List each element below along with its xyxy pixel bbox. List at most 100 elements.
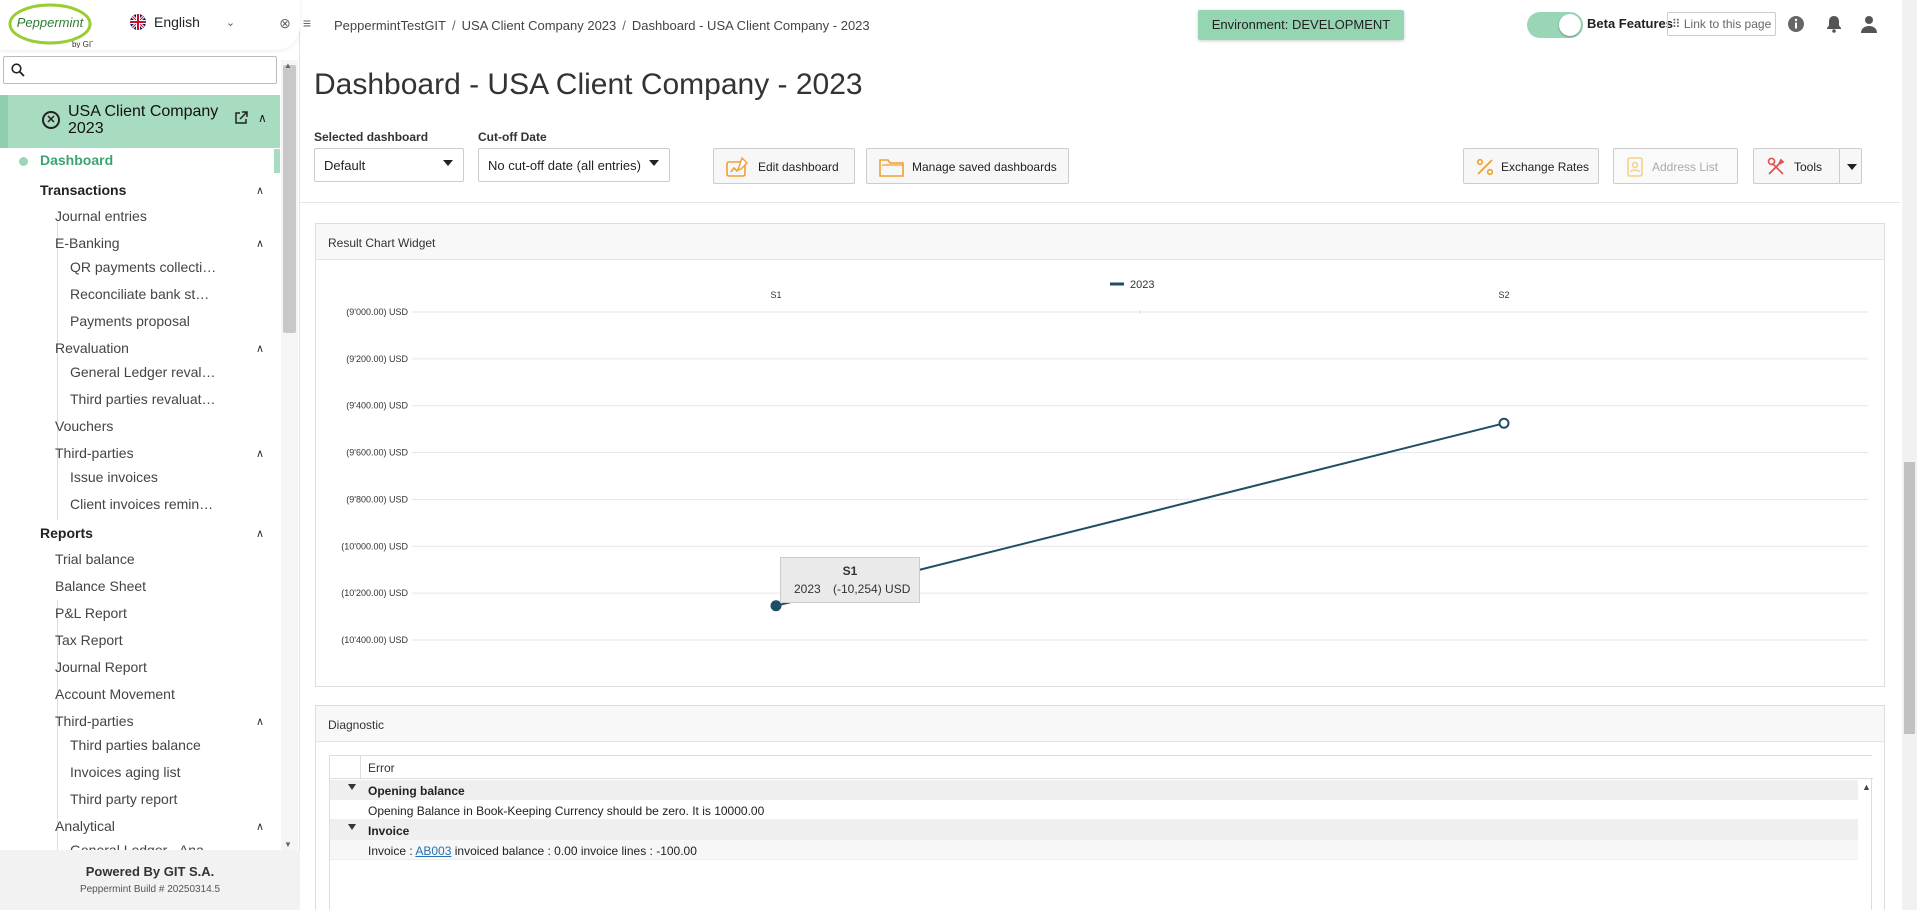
group-row[interactable]: Opening balance: [330, 780, 1858, 800]
sidebar-item-client-invoices[interactable]: Client invoices remin…: [70, 496, 213, 512]
chevron-up-icon[interactable]: ∧: [256, 527, 264, 540]
chart-tooltip: S1 2023 (-10,254) USD: [780, 557, 920, 603]
sidebar-item-payments-proposal[interactable]: Payments proposal: [70, 313, 190, 329]
tools-button[interactable]: Tools: [1753, 148, 1862, 184]
search-input[interactable]: [30, 61, 270, 79]
chevron-up-icon[interactable]: ∧: [256, 715, 264, 728]
active-dot-icon: [19, 157, 28, 166]
chevron-up-icon[interactable]: ∧: [258, 111, 267, 125]
sidebar-item-gl-reval[interactable]: General Ledger reval…: [70, 364, 216, 380]
breadcrumb: PeppermintTestGIT / USA Client Company 202…: [334, 18, 870, 33]
cutoff-date-label: Cut-off Date: [478, 130, 547, 144]
close-circle-icon[interactable]: ⊗: [276, 14, 294, 32]
legend-label: 2023: [1130, 279, 1154, 291]
sidebar-item-aging-list[interactable]: Invoices aging list: [70, 764, 181, 780]
collapse-up-icon[interactable]: ▲: [1862, 782, 1871, 792]
invoice-link[interactable]: AB003: [415, 844, 451, 858]
info-icon[interactable]: [1786, 14, 1806, 34]
svg-text:by GIT: by GIT: [72, 40, 93, 48]
expand-triangle-icon[interactable]: [348, 824, 356, 830]
search-icon: [11, 63, 25, 77]
caret-down-icon: [649, 160, 659, 166]
breadcrumb-separator: /: [452, 18, 456, 33]
exchange-rates-button[interactable]: Exchange Rates: [1463, 148, 1599, 184]
sidebar-item-tp-reval[interactable]: Third parties revaluat…: [70, 391, 216, 407]
breadcrumb-item[interactable]: USA Client Company 2023: [462, 18, 617, 33]
cutoff-date-select[interactable]: No cut-off date (all entries): [478, 148, 670, 182]
company-name: USA Client Company 2023: [68, 103, 219, 137]
column-header-error[interactable]: Error: [368, 761, 395, 775]
sidebar-item-pl-report[interactable]: P&L Report: [55, 605, 127, 621]
sidebar-item-balance-sheet[interactable]: Balance Sheet: [55, 578, 146, 594]
sidebar-group-transactions[interactable]: Transactions: [40, 182, 126, 198]
sidebar-item-journal-entries[interactable]: Journal entries: [55, 208, 147, 224]
y-tick-label: (9'600.00) USD: [346, 448, 408, 458]
scroll-down-icon[interactable]: ▼: [284, 840, 292, 849]
chevron-up-icon[interactable]: ∧: [256, 184, 264, 197]
group-label: Opening balance: [368, 784, 465, 798]
sidebar-footer: Powered By GIT S.A. Peppermint Build # 2…: [0, 850, 300, 910]
breadcrumb-separator: /: [622, 18, 626, 33]
edit-dashboard-icon: [726, 156, 750, 181]
sidebar-item-trial-balance[interactable]: Trial balance: [55, 551, 135, 567]
breadcrumb-item[interactable]: PeppermintTestGIT: [334, 18, 446, 33]
tree-guide: [57, 220, 58, 520]
tooltip-value: (-10,254) USD: [833, 582, 911, 596]
language-selector[interactable]: English ⌄: [130, 14, 235, 30]
sidebar-item-analytical[interactable]: Analytical: [55, 818, 115, 834]
sidebar-item-gl-analytical[interactable]: General Ledger - Ana…: [70, 842, 218, 850]
menu-icon[interactable]: ≡: [298, 14, 316, 32]
group-label: Invoice: [368, 824, 410, 838]
y-tick-label: (10'000.00) USD: [341, 541, 408, 551]
sidebar-item-tp-report[interactable]: Third party report: [70, 791, 177, 807]
sidebar-item-journal-report[interactable]: Journal Report: [55, 659, 147, 675]
expand-triangle-icon[interactable]: [348, 784, 356, 790]
y-tick-label: (10'200.00) USD: [341, 588, 408, 598]
sidebar-item-vouchers[interactable]: Vouchers: [55, 418, 113, 434]
button-label: Tools: [1794, 160, 1823, 174]
company-header[interactable]: ✕ USA Client Company 2023 ∧: [0, 95, 280, 148]
sidebar-scroll-thumb[interactable]: [283, 65, 296, 333]
sidebar-item-qr-payments[interactable]: QR payments collecti…: [70, 259, 216, 275]
sidebar-item-dashboard[interactable]: Dashboard: [0, 149, 280, 173]
chevron-up-icon[interactable]: ∧: [256, 342, 264, 355]
diagnostic-table: Error ▲ Opening balance Opening Balance …: [329, 755, 1873, 910]
user-avatar-icon[interactable]: [1859, 14, 1879, 34]
diagnostic-widget: Diagnostic Error ▲ Opening balance Openi…: [315, 705, 1885, 910]
caret-down-icon[interactable]: [1847, 164, 1857, 170]
main-scrollbar[interactable]: [1902, 0, 1917, 910]
edit-dashboard-button[interactable]: Edit dashboard: [713, 148, 855, 184]
bell-icon[interactable]: [1824, 14, 1844, 34]
group-row[interactable]: Invoice: [330, 820, 1858, 840]
sidebar-item-third-parties[interactable]: Third-parties: [55, 445, 134, 461]
page-title: Dashboard - USA Client Company - 2023: [314, 68, 863, 101]
toolbar-divider: [300, 202, 1900, 203]
sidebar-item-revaluation[interactable]: Revaluation: [55, 340, 129, 356]
data-point: [1498, 417, 1510, 429]
sidebar-item-issue-invoices[interactable]: Issue invoices: [70, 469, 158, 485]
chevron-up-icon[interactable]: ∧: [256, 820, 264, 833]
external-link-icon[interactable]: [235, 111, 248, 127]
chevron-up-icon[interactable]: ∧: [256, 237, 264, 250]
scroll-up-icon[interactable]: ▲: [284, 61, 292, 70]
selected-dashboard-select[interactable]: Default: [314, 148, 464, 182]
toggle-knob: [1559, 14, 1581, 36]
result-line-chart: (9'000.00) USD (9'200.00) USD (9'400.00) U…: [341, 279, 1868, 645]
table-row: Invoice : AB003 invoiced balance : 0.00 …: [330, 840, 1858, 860]
link-to-page-button[interactable]: ⠿ Link to this page: [1667, 12, 1776, 36]
address-list-button[interactable]: Address List: [1613, 148, 1738, 184]
sidebar-item-reconcile[interactable]: Reconciliate bank st…: [70, 286, 209, 302]
sidebar-item-tp-balance[interactable]: Third parties balance: [70, 737, 201, 753]
sidebar-item-ebanking[interactable]: E-Banking: [55, 235, 120, 251]
manage-dashboards-button[interactable]: Manage saved dashboards: [866, 148, 1069, 184]
sidebar-item-account-movement[interactable]: Account Movement: [55, 686, 175, 702]
chevron-up-icon[interactable]: ∧: [256, 447, 264, 460]
main-scroll-thumb[interactable]: [1904, 462, 1915, 734]
sidebar-group-reports[interactable]: Reports: [40, 525, 93, 541]
sidebar-item-third-parties-reports[interactable]: Third-parties: [55, 713, 134, 729]
close-company-icon[interactable]: ✕: [42, 111, 60, 129]
sidebar-search[interactable]: [3, 56, 277, 84]
peppermint-logo[interactable]: Peppermint by GIT: [8, 2, 96, 49]
beta-features-toggle[interactable]: [1527, 12, 1583, 38]
sidebar-item-tax-report[interactable]: Tax Report: [55, 632, 123, 648]
